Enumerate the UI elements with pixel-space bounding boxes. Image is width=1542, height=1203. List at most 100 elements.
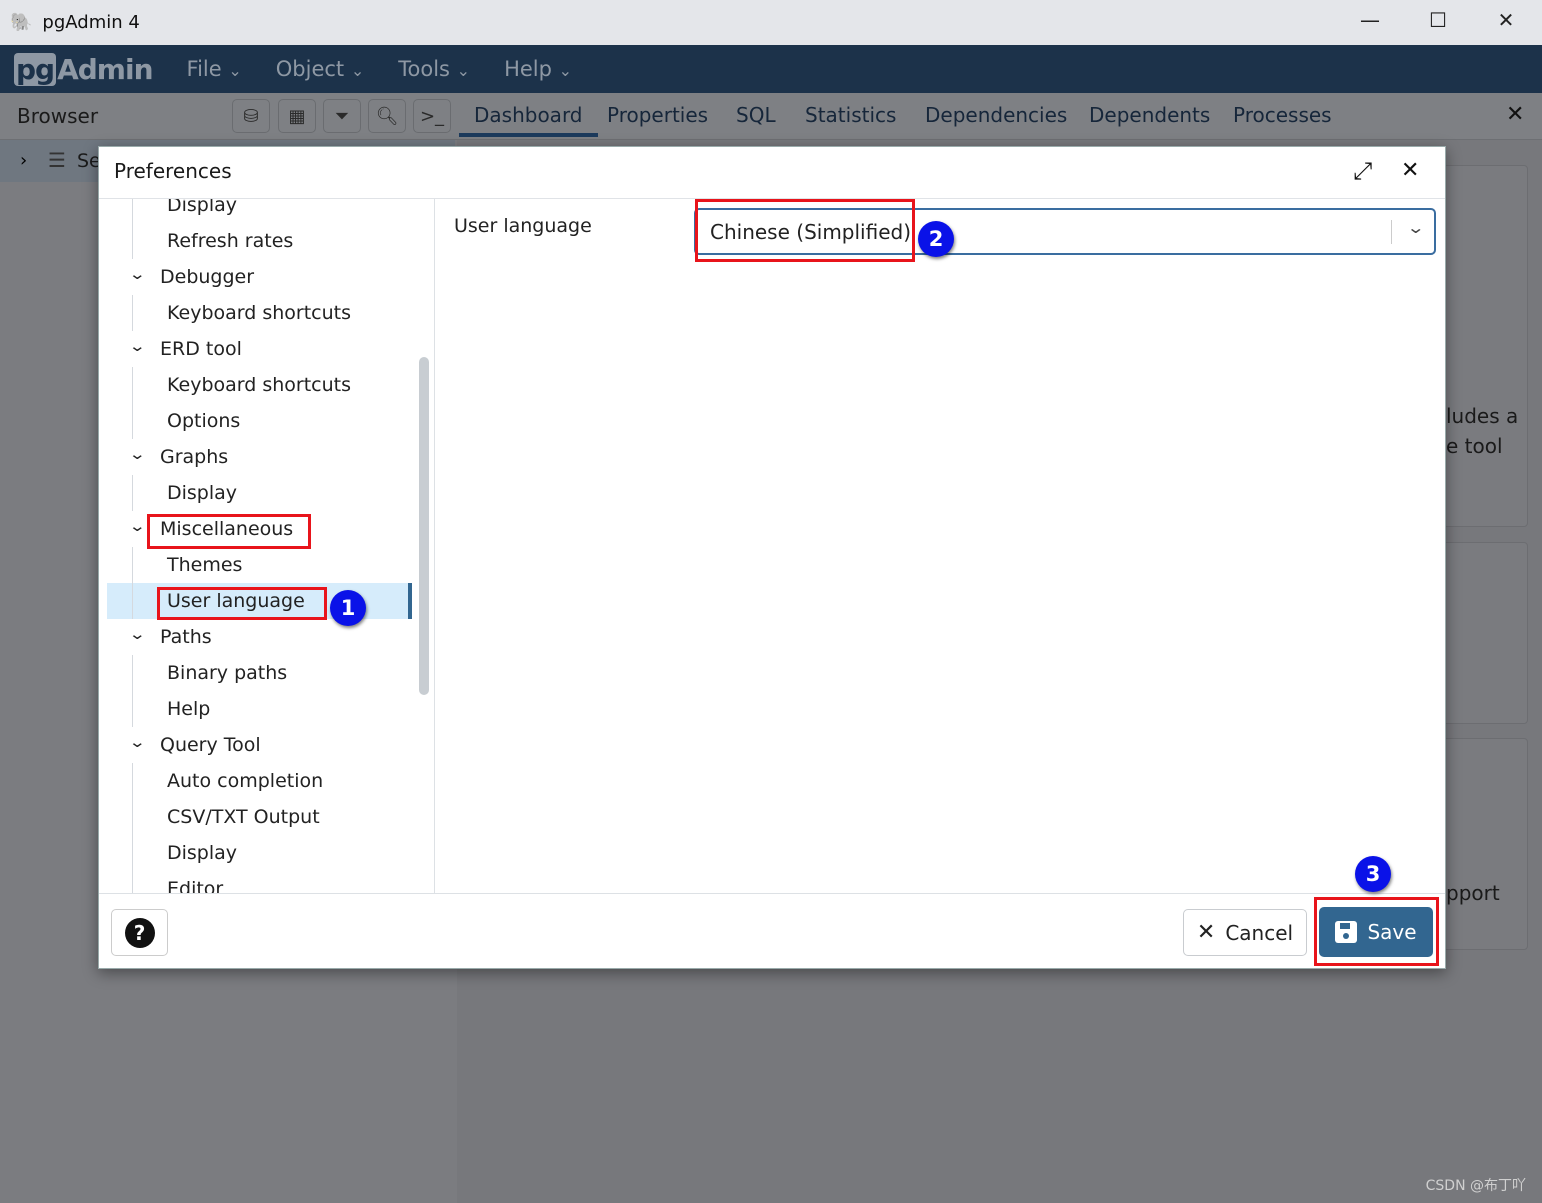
chevron-down-icon[interactable]: ⌄ [128,445,146,463]
tree-item-label: Debugger [160,266,255,288]
tree-item-display[interactable]: Display [107,199,412,223]
tree-item-label: ERD tool [160,338,242,360]
dialog-title: Preferences [114,159,232,183]
tree-item-binary-paths[interactable]: Binary paths [107,655,412,691]
tree-item-label: Auto completion [167,770,324,792]
chevron-right-icon[interactable]: › [20,150,27,171]
tree-item-csv-txt-output[interactable]: CSV/TXT Output [107,799,412,835]
tree-item-themes[interactable]: Themes [107,547,412,583]
tree-item-options[interactable]: Options [107,403,412,439]
close-dialog-icon[interactable]: ✕ [1401,158,1419,183]
tree-item-label: Keyboard shortcuts [167,374,352,396]
tree-item-refresh-rates[interactable]: Refresh rates [107,223,412,259]
tree-guide-line [132,871,133,893]
tab-dashboard[interactable]: Dashboard [459,103,598,137]
tree-guide-line [132,403,133,439]
tree-item-help[interactable]: Help [107,691,412,727]
chevron-down-icon: ⌄ [228,61,242,80]
tree-item-label: Display [167,482,238,504]
close-window-button[interactable]: ✕ [1486,8,1526,38]
query-tool-db-icon[interactable]: ⛁ [232,99,270,133]
tree-item-label: Refresh rates [167,230,294,252]
tree-item-display[interactable]: Display [107,475,412,511]
tree-item-erd-tool[interactable]: ⌄ ERD tool [107,331,412,367]
step-badge-1: 1 [330,590,366,626]
tab-processes[interactable]: Processes [1233,103,1332,127]
tree-item-label: Paths [160,626,212,648]
chevron-down-icon[interactable]: ⌄ [128,265,146,283]
user-language-label: User language [454,215,592,237]
tree-item-query-tool[interactable]: ⌄ Query Tool [107,727,412,763]
browser-label: Browser [17,104,99,128]
close-icon: ✕ [1196,920,1216,945]
tab-dependents[interactable]: Dependents [1089,103,1210,127]
close-tab-icon[interactable]: ✕ [1506,102,1524,127]
maximize-button[interactable]: ☐ [1418,8,1458,38]
elephant-logo-icon: 🐘 [10,12,33,33]
highlight-miscellaneous [147,514,311,549]
tree-item-debugger[interactable]: ⌄ Debugger [107,259,412,295]
step-badge-2: 2 [918,221,954,257]
chevron-down-icon: ⌄ [456,61,471,80]
tab-sql[interactable]: SQL [736,103,776,127]
menu-help[interactable]: Help ⌄ [504,57,572,81]
tree-item-label: Keyboard shortcuts [167,302,352,324]
maximize-dialog-icon[interactable]: ⤢ [1353,157,1372,185]
help-button[interactable]: ? [111,909,168,956]
tree-item-label: Binary paths [167,662,288,684]
tab-statistics[interactable]: Statistics [805,103,896,127]
cancel-label: Cancel [1225,920,1294,945]
menubar: pg Admin File ⌄ Object ⌄ Tools ⌄ Help ⌄ [0,45,1542,93]
chevron-down-icon[interactable]: ⌄ [128,517,146,535]
dialog-header: Preferences ⤢ ✕ [99,147,1445,199]
view-data-grid-icon[interactable]: ▦ [278,99,316,133]
tab-dependencies[interactable]: Dependencies [925,103,1067,127]
menu-object[interactable]: Object ⌄ [276,57,365,81]
tab-properties[interactable]: Properties [607,103,708,127]
tree-guide-line [132,199,133,223]
dashboard-card [1440,738,1528,950]
tree-item-label: Options [167,410,241,432]
tree-guide-line [132,835,133,871]
step-badge-3: 3 [1355,856,1391,892]
tree-item-label: Display [167,199,238,216]
tree-item-display[interactable]: Display [107,835,412,871]
tree-guide-line [132,295,133,331]
minimize-button[interactable]: — [1350,8,1390,38]
tree-item-label: Graphs [160,446,229,468]
menu-tools[interactable]: Tools ⌄ [398,57,470,81]
toolbar-row: Browser ⛁ ▦ ⏷ 🔍︎ >_ Dashboard Properties S… [0,93,1542,140]
menu-file[interactable]: File ⌄ [187,57,242,81]
tree-item-editor[interactable]: Editor [107,871,412,893]
search-icon[interactable]: 🔍︎ [368,99,406,133]
window-titlebar: 🐘 pgAdmin 4 — ☐ ✕ [0,0,1542,45]
tree-item-label: Editor [167,878,224,893]
filter-rows-icon[interactable]: ⏷ [323,99,361,133]
chevron-down-icon[interactable]: ⌄ [128,337,146,355]
tree-item-keyboard-shortcuts[interactable]: Keyboard shortcuts [107,367,412,403]
highlight-save [1314,897,1439,966]
tree-item-label: Display [167,842,238,864]
select-divider [1391,220,1392,244]
chevron-down-icon[interactable]: ⌄ [128,733,146,751]
tree-item-graphs[interactable]: ⌄ Graphs [107,439,412,475]
servers-icon: ☰ [48,148,66,172]
chevron-down-icon[interactable]: ⌄ [1406,218,1425,237]
tree-item-paths[interactable]: ⌄ Paths [107,619,412,655]
cancel-button[interactable]: ✕ Cancel [1183,909,1307,956]
window-title: pgAdmin 4 [42,12,140,33]
menu-label: File [186,57,222,81]
chevron-down-icon[interactable]: ⌄ [128,625,146,643]
tree-item-label: Themes [167,554,243,576]
highlight-language-value [695,199,915,262]
question-icon: ? [124,917,155,948]
tree-guide-line [132,691,133,727]
dialog-footer: ? ✕ Cancel Save [99,893,1445,970]
watermark: CSDN @布丁吖 [1425,1178,1526,1194]
tree-item-label: Query Tool [160,734,261,756]
psql-terminal-icon[interactable]: >_ [413,99,451,133]
tree-guide-line [132,655,133,691]
tree-item-auto-completion[interactable]: Auto completion [107,763,412,799]
tree-scrollbar[interactable] [419,357,429,695]
tree-item-keyboard-shortcuts[interactable]: Keyboard shortcuts [107,295,412,331]
